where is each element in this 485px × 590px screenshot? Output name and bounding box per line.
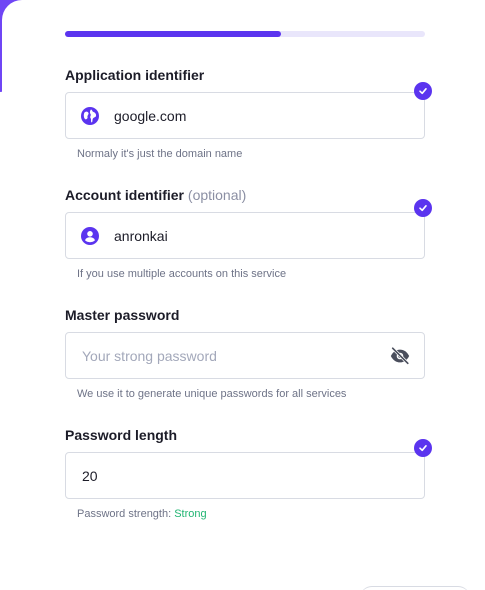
check-icon [414, 82, 432, 100]
progress-bar [65, 31, 425, 37]
account-identifier-value: anronkai [114, 227, 168, 244]
account-identifier-hint: If you use multiple accounts on this ser… [77, 268, 287, 280]
accent-edge-mask [2, 0, 32, 92]
password-length-field: Password length 20 Password strength: St… [65, 426, 432, 521]
account-identifier-label-text: Account identifier [65, 187, 185, 203]
application-identifier-hint: Normaly it's just the domain name [77, 148, 243, 160]
password-generator-form: Application identifier google.com Normal… [0, 0, 485, 590]
check-icon [414, 439, 432, 457]
master-password-input[interactable]: Your strong password [65, 332, 425, 379]
application-identifier-value: google.com [114, 107, 187, 124]
progress-fill [65, 31, 281, 37]
account-identifier-label: Account identifier (optional) [65, 186, 425, 204]
application-identifier-label: Application identifier [65, 67, 205, 83]
application-identifier-field: Application identifier google.com Normal… [65, 66, 432, 161]
account-identifier-input[interactable]: anronkai [65, 212, 425, 259]
password-length-label: Password length [65, 427, 178, 443]
password-length-input[interactable]: 20 [65, 452, 425, 499]
master-password-field: Master password Your strong password We … [65, 306, 425, 401]
account-identifier-field: Account identifier (optional) anronkai I… [65, 186, 432, 281]
globe-icon [80, 106, 100, 126]
password-strength-value: Strong [174, 508, 207, 520]
password-strength-hint: Password strength: Strong [77, 507, 425, 521]
master-password-placeholder: Your strong password [82, 347, 217, 364]
password-strength-prefix: Password strength: [77, 508, 172, 520]
master-password-hint: We use it to generate unique passwords f… [77, 388, 347, 400]
check-icon [414, 199, 432, 217]
application-identifier-input[interactable]: google.com [65, 92, 425, 139]
user-circle-icon [80, 226, 100, 246]
next-button-edge[interactable] [360, 586, 470, 590]
eye-off-icon[interactable] [388, 344, 412, 368]
password-length-value: 20 [82, 467, 98, 484]
master-password-label: Master password [65, 307, 180, 323]
optional-tag: (optional) [187, 187, 247, 203]
